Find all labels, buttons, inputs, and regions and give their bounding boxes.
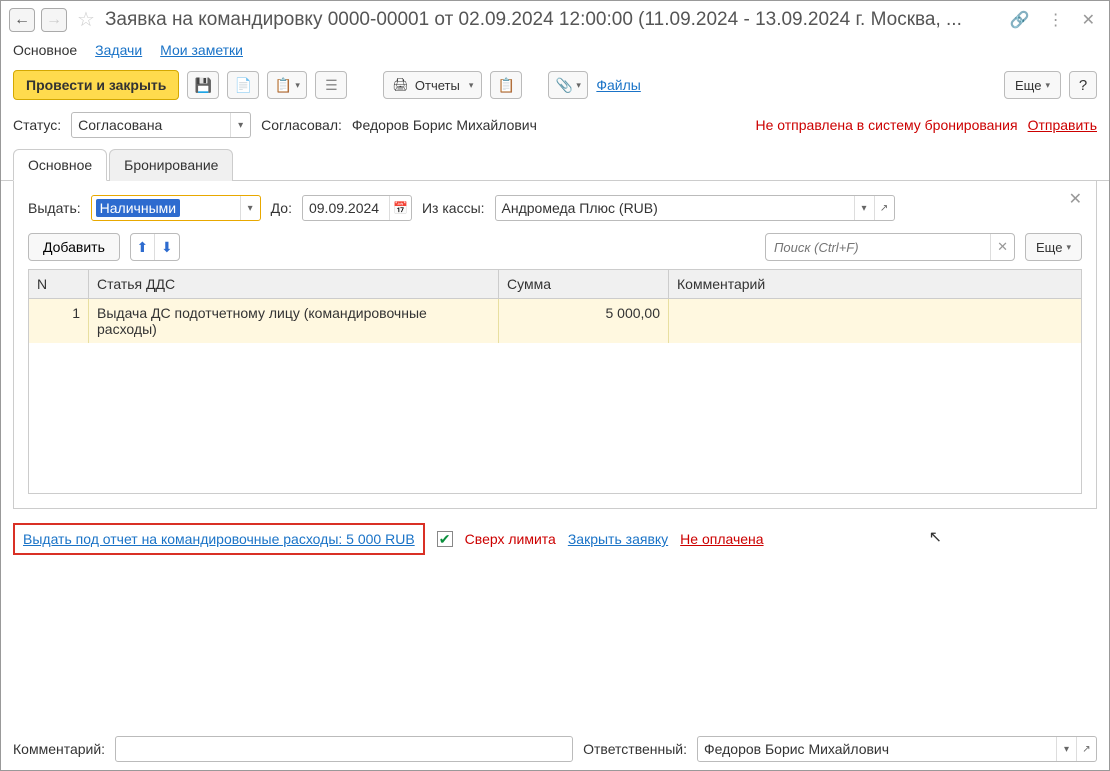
cell-article[interactable]: Выдача ДС подотчетному лицу (командирово… <box>89 299 499 343</box>
save-button[interactable]: 💾 <box>187 71 219 99</box>
status-label: Статус: <box>13 117 61 133</box>
create-based-on-button[interactable]: 📋 <box>267 71 307 99</box>
until-date-input[interactable]: 09.09.2024 📅 <box>302 195 412 221</box>
lines-grid[interactable]: N Статья ДДС Сумма Комментарий 1 Выдача … <box>28 269 1082 494</box>
tab-main[interactable]: Основное <box>13 149 107 181</box>
responsible-combo[interactable]: Федоров Борис Михайлович ▾ ↗ <box>697 736 1097 762</box>
over-limit-label: Сверх лимита <box>465 531 556 547</box>
col-header-comment[interactable]: Комментарий <box>669 270 1081 298</box>
tab-tasks[interactable]: Задачи <box>95 42 142 58</box>
post-and-close-button[interactable]: Провести и закрыть <box>13 70 179 100</box>
cell-n[interactable]: 1 <box>29 299 89 343</box>
post-button[interactable]: 📄 <box>227 71 259 99</box>
nav-back-button[interactable]: ← <box>9 8 35 32</box>
table-row[interactable]: 1 Выдача ДС подотчетному лицу (командиро… <box>29 299 1081 343</box>
tab-booking[interactable]: Бронирование <box>109 149 233 181</box>
grid-more-button[interactable]: Еще <box>1025 233 1082 261</box>
tab-main-top[interactable]: Основное <box>13 42 77 58</box>
kebab-menu-icon[interactable]: ⋮ <box>1048 10 1064 30</box>
comment-input[interactable] <box>115 736 573 762</box>
close-request-link[interactable]: Закрыть заявку <box>568 531 668 547</box>
col-header-sum[interactable]: Сумма <box>499 270 669 298</box>
print-icon: 🖨 <box>392 77 409 93</box>
search-field[interactable] <box>766 240 990 255</box>
chevron-down-icon[interactable]: ▾ <box>1056 737 1076 761</box>
col-header-article[interactable]: Статья ДДС <box>89 270 499 298</box>
col-header-n[interactable]: N <box>29 270 89 298</box>
calendar-icon[interactable]: 📅 <box>389 196 411 220</box>
reports-button[interactable]: 🖨 Отчеты <box>383 71 482 99</box>
approved-by-label: Согласовал: <box>261 117 342 133</box>
cash-label: Из кассы: <box>422 200 485 216</box>
issue-advance-link[interactable]: Выдать под отчет на командировочные расх… <box>23 531 415 547</box>
responsible-label: Ответственный: <box>583 741 687 757</box>
approved-by-value: Федоров Борис Михайлович <box>352 117 537 133</box>
chevron-down-icon[interactable]: ▾ <box>240 196 260 220</box>
grid-header: N Статья ДДС Сумма Комментарий <box>29 270 1081 299</box>
cursor-icon: ↖ <box>929 527 942 547</box>
link-icon[interactable]: 🔗 <box>1010 10 1030 30</box>
favorite-star-icon[interactable]: ☆ <box>77 7 95 32</box>
cash-register-combo[interactable]: Андромеда Плюс (RUB) ▾ ↗ <box>495 195 895 221</box>
attach-button[interactable]: 📎 <box>548 71 588 99</box>
more-button[interactable]: Еще <box>1004 71 1061 99</box>
over-limit-checkbox[interactable]: ✔ <box>437 531 453 547</box>
search-input[interactable]: ✕ <box>765 233 1015 261</box>
open-icon[interactable]: ↗ <box>1076 737 1096 761</box>
document-list-button[interactable]: 📋 <box>490 71 522 99</box>
comment-label: Комментарий: <box>13 741 105 757</box>
files-link[interactable]: Файлы <box>596 77 640 93</box>
open-icon[interactable]: ↗ <box>874 196 894 220</box>
close-window-icon[interactable]: ✕ <box>1082 10 1095 30</box>
until-label: До: <box>271 200 292 216</box>
nav-forward-button[interactable]: → <box>41 8 67 32</box>
window-title: Заявка на командировку 0000-00001 от 02.… <box>105 9 998 31</box>
panel-close-icon[interactable]: ✕ <box>1069 189 1082 209</box>
move-row-buttons: ⬆ ⬇ <box>130 233 180 261</box>
tab-notes[interactable]: Мои заметки <box>160 42 243 58</box>
chevron-down-icon[interactable]: ▾ <box>854 196 874 220</box>
booking-warning: Не отправлена в систему бронирования <box>755 117 1017 133</box>
pay-label: Выдать: <box>28 200 81 216</box>
cell-comment[interactable] <box>669 299 1081 343</box>
send-link[interactable]: Отправить <box>1028 117 1097 133</box>
clear-search-icon[interactable]: ✕ <box>990 234 1014 260</box>
not-paid-link[interactable]: Не оплачена <box>680 531 763 547</box>
move-up-button[interactable]: ⬆ <box>131 234 155 260</box>
move-down-button[interactable]: ⬇ <box>155 234 179 260</box>
help-button[interactable]: ? <box>1069 71 1097 99</box>
chevron-down-icon[interactable]: ▾ <box>230 113 250 137</box>
cell-sum[interactable]: 5 000,00 <box>499 299 669 343</box>
status-combo[interactable]: Согласована ▾ <box>71 112 251 138</box>
add-row-button[interactable]: Добавить <box>28 233 120 261</box>
structure-button[interactable]: ☰ <box>315 71 347 99</box>
pay-method-combo[interactable]: Наличными ▾ <box>91 195 261 221</box>
